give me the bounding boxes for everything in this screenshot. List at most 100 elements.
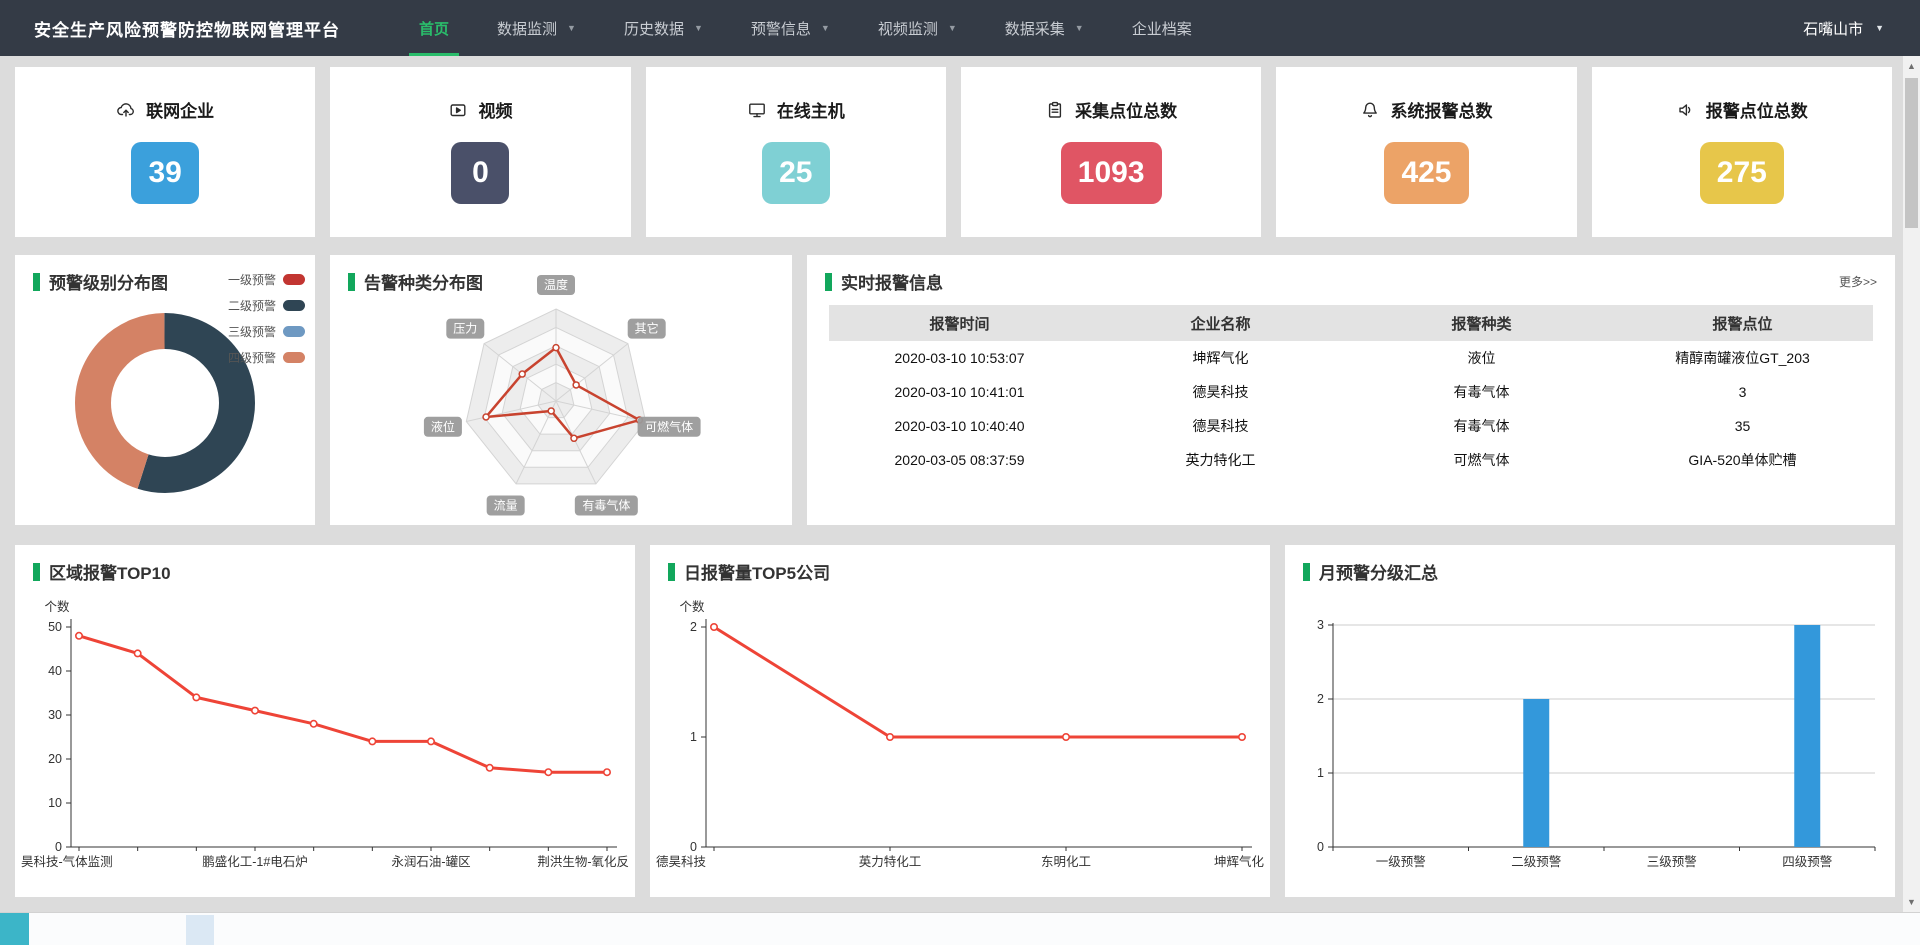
cloud-upload-icon bbox=[116, 100, 136, 120]
region-selector[interactable]: 石嘴山市 ▼ bbox=[1803, 18, 1884, 39]
legend-item-level1[interactable]: 一级预警 bbox=[228, 271, 305, 288]
title-bullet bbox=[33, 273, 40, 291]
stat-label: 在线主机 bbox=[777, 97, 845, 122]
stat-cards-row: 联网企业 39 视频 0 在线主机 25 采集点位总数 1093 系统报警总数 … bbox=[15, 67, 1892, 237]
chevron-down-icon: ▼ bbox=[1875, 23, 1884, 33]
region-alarm-top10-chart: 01020304050个数昊科技-气体监测鹏盛化工-1#电石炉永润石油-罐区荆洪… bbox=[15, 591, 635, 891]
title-bullet bbox=[825, 273, 832, 291]
legend-swatch bbox=[283, 300, 305, 311]
main-nav: 首页 数据监测▼ 历史数据▼ 预警信息▼ 视频监测▼ 数据采集▼ 企业档案 bbox=[395, 0, 1216, 56]
title-bullet bbox=[348, 273, 355, 291]
table-header-row: 报警时间 企业名称 报警种类 报警点位 bbox=[829, 305, 1873, 341]
video-icon bbox=[448, 100, 468, 120]
stat-card-online-hosts: 在线主机 25 bbox=[646, 67, 946, 237]
nav-item-data-collect[interactable]: 数据采集▼ bbox=[981, 0, 1108, 56]
top-navbar: 安全生产风险预警防控物联网管理平台 首页 数据监测▼ 历史数据▼ 预警信息▼ 视… bbox=[0, 0, 1920, 56]
legend-item-level3[interactable]: 三级预警 bbox=[228, 323, 305, 340]
svg-text:3: 3 bbox=[1317, 618, 1324, 632]
svg-text:40: 40 bbox=[48, 664, 62, 678]
chevron-down-icon: ▼ bbox=[948, 23, 957, 33]
taskbar-strip bbox=[0, 912, 1920, 945]
title-bullet bbox=[668, 563, 675, 581]
svg-text:1: 1 bbox=[1317, 766, 1324, 780]
card-title: 月预警分级汇总 bbox=[1303, 559, 1438, 584]
stat-card-collect-points: 采集点位总数 1093 bbox=[961, 67, 1261, 237]
table-row[interactable]: 2020-03-10 10:53:07坤辉气化液位精醇南罐液位GT_203 bbox=[829, 341, 1873, 375]
chevron-down-icon: ▼ bbox=[567, 23, 576, 33]
card-title: 预警级别分布图 bbox=[33, 269, 168, 294]
svg-text:二级预警: 二级预警 bbox=[1511, 854, 1561, 869]
svg-text:0: 0 bbox=[1317, 840, 1324, 854]
table-row[interactable]: 2020-03-10 10:40:40德昊科技有毒气体35 bbox=[829, 409, 1873, 443]
stat-label: 报警点位总数 bbox=[1706, 97, 1808, 122]
svg-text:鹏盛化工-1#电石炉: 鹏盛化工-1#电石炉 bbox=[202, 854, 308, 869]
svg-text:东明化工: 东明化工 bbox=[1041, 855, 1091, 869]
monthly-warning-bar-chart: 0123一级预警二级预警三级预警四级预警 bbox=[1285, 591, 1895, 891]
taskbar-highlight-block bbox=[186, 915, 214, 945]
svg-text:英力特化工: 英力特化工 bbox=[859, 854, 922, 869]
more-link[interactable]: 更多>> bbox=[1839, 273, 1877, 290]
scrollbar-thumb[interactable] bbox=[1905, 78, 1918, 228]
nav-item-enterprise-archive[interactable]: 企业档案 bbox=[1108, 0, 1216, 56]
page-scrollbar[interactable]: ▲ ▼ bbox=[1903, 56, 1920, 912]
table-row[interactable]: 2020-03-10 10:41:01德昊科技有毒气体3 bbox=[829, 375, 1873, 409]
svg-text:流量: 流量 bbox=[494, 499, 518, 513]
svg-text:液位: 液位 bbox=[431, 419, 455, 434]
table-row[interactable]: 2020-03-05 08:37:59英力特化工可燃气体GIA-520单体贮槽 bbox=[829, 443, 1873, 477]
stat-card-online-enterprises: 联网企业 39 bbox=[15, 67, 315, 237]
nav-item-video-monitor[interactable]: 视频监测▼ bbox=[854, 0, 981, 56]
svg-text:三级预警: 三级预警 bbox=[1647, 854, 1697, 869]
legend-item-level4[interactable]: 四级预警 bbox=[228, 349, 305, 366]
svg-text:0: 0 bbox=[690, 840, 697, 854]
nav-item-home[interactable]: 首页 bbox=[395, 0, 473, 56]
legend-swatch bbox=[283, 274, 305, 285]
region-label: 石嘴山市 bbox=[1803, 18, 1863, 39]
card-title: 实时报警信息 bbox=[825, 269, 943, 294]
stat-value-badge: 39 bbox=[131, 142, 198, 204]
svg-text:德昊科技: 德昊科技 bbox=[656, 854, 707, 869]
nav-item-warning-info[interactable]: 预警信息▼ bbox=[727, 0, 854, 56]
stat-card-system-alarms: 系统报警总数 425 bbox=[1276, 67, 1576, 237]
card-title: 区域报警TOP10 bbox=[33, 559, 171, 584]
stat-label: 视频 bbox=[478, 97, 512, 122]
stat-value-badge: 275 bbox=[1700, 142, 1784, 204]
clipboard-icon bbox=[1045, 100, 1065, 120]
chevron-down-icon: ▼ bbox=[1075, 23, 1084, 33]
svg-text:20: 20 bbox=[48, 752, 62, 766]
alarm-type-radar-chart: 温度其它可燃气体有毒气体流量液位压力 bbox=[330, 255, 792, 525]
scroll-down-icon[interactable]: ▼ bbox=[1903, 894, 1920, 910]
stat-label: 系统报警总数 bbox=[1390, 97, 1492, 122]
daily-alarm-top5-chart: 012个数德昊科技英力特化工东明化工坤辉气化 bbox=[650, 591, 1270, 891]
card-title: 日报警量TOP5公司 bbox=[668, 559, 830, 584]
svg-text:可燃气体: 可燃气体 bbox=[645, 419, 693, 434]
daily-alarm-top5-card: 日报警量TOP5公司 012个数德昊科技英力特化工东明化工坤辉气化 bbox=[650, 545, 1270, 897]
svg-text:个数: 个数 bbox=[679, 599, 705, 614]
svg-text:坤辉气化: 坤辉气化 bbox=[1214, 854, 1265, 869]
stat-value-badge: 25 bbox=[762, 142, 829, 204]
region-alarm-top10-card: 区域报警TOP10 01020304050个数昊科技-气体监测鹏盛化工-1#电石… bbox=[15, 545, 635, 897]
svg-text:压力: 压力 bbox=[453, 322, 477, 336]
svg-text:昊科技-气体监测: 昊科技-气体监测 bbox=[21, 854, 113, 869]
legend-item-level2[interactable]: 二级预警 bbox=[228, 297, 305, 314]
alarm-table: 报警时间 企业名称 报警种类 报警点位 2020-03-10 10:53:07坤… bbox=[829, 305, 1873, 477]
nav-item-data-monitor[interactable]: 数据监测▼ bbox=[473, 0, 600, 56]
svg-text:一级预警: 一级预警 bbox=[1376, 854, 1426, 869]
monitor-icon bbox=[747, 100, 767, 120]
nav-item-history-data[interactable]: 历史数据▼ bbox=[600, 0, 727, 56]
chevron-down-icon: ▼ bbox=[821, 23, 830, 33]
svg-text:0: 0 bbox=[55, 840, 62, 854]
svg-text:有毒气体: 有毒气体 bbox=[582, 498, 630, 513]
svg-text:荆洪生物-氧化反: 荆洪生物-氧化反 bbox=[537, 855, 629, 869]
scroll-up-icon[interactable]: ▲ bbox=[1903, 58, 1920, 74]
stat-card-videos: 视频 0 bbox=[330, 67, 630, 237]
chevron-down-icon: ▼ bbox=[694, 23, 703, 33]
svg-text:温度: 温度 bbox=[544, 277, 568, 292]
stat-value-badge: 0 bbox=[451, 142, 509, 204]
monthly-warning-summary-card: 月预警分级汇总 0123一级预警二级预警三级预警四级预警 bbox=[1285, 545, 1895, 897]
svg-text:30: 30 bbox=[48, 708, 62, 722]
stat-label: 采集点位总数 bbox=[1075, 97, 1177, 122]
svg-text:10: 10 bbox=[48, 796, 62, 810]
alarm-type-card: 告警种类分布图 温度其它可燃气体有毒气体流量液位压力 bbox=[330, 255, 792, 525]
svg-text:1: 1 bbox=[690, 730, 697, 744]
card-title: 告警种类分布图 bbox=[348, 269, 483, 294]
